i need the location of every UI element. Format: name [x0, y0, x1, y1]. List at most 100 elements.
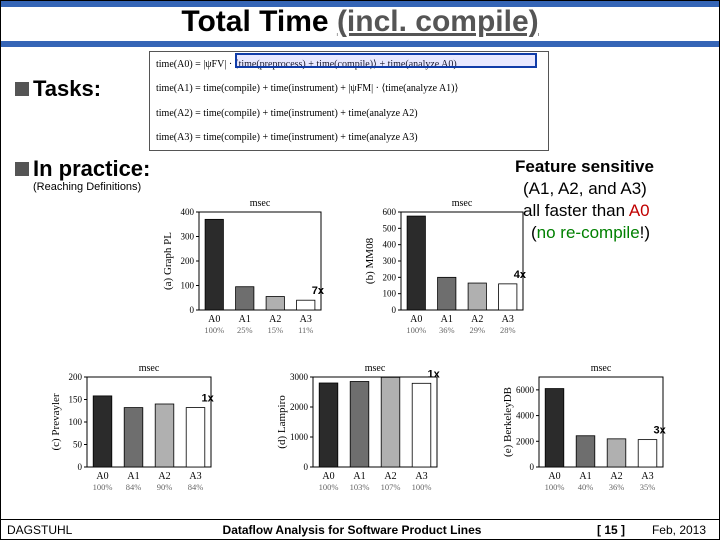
- svg-text:1x: 1x: [202, 393, 215, 405]
- svg-text:50: 50: [73, 440, 83, 450]
- highlight-rect: [235, 53, 537, 68]
- svg-text:0: 0: [392, 305, 397, 315]
- svg-text:0: 0: [304, 462, 309, 472]
- svg-text:A3: A3: [300, 314, 312, 325]
- page-title: Total Time (incl. compile): [1, 5, 719, 39]
- svg-text:A1: A1: [579, 471, 591, 482]
- svg-text:A2: A2: [384, 471, 396, 482]
- formula-a2: time(A2) = time(compile) + time(instrume…: [150, 101, 548, 126]
- footer: DAGSTUHL Dataflow Analysis for Software …: [1, 519, 719, 539]
- footer-page: [ 15 ]: [583, 523, 639, 537]
- svg-text:(c) Prevayler: (c) Prevayler: [50, 393, 62, 450]
- svg-text:25%: 25%: [237, 325, 253, 335]
- svg-text:msec: msec: [452, 198, 473, 209]
- bullet-icon: [15, 82, 29, 96]
- bullet-practice: In practice:: [15, 156, 150, 182]
- svg-text:100%: 100%: [406, 325, 426, 335]
- svg-text:1x: 1x: [428, 368, 441, 380]
- bullet-practice-label: In practice:: [33, 156, 150, 182]
- svg-text:500: 500: [383, 223, 397, 233]
- svg-text:A3: A3: [415, 471, 427, 482]
- svg-text:100%: 100%: [545, 482, 565, 492]
- svg-text:600: 600: [383, 207, 397, 217]
- svg-text:150: 150: [69, 395, 83, 405]
- svg-text:A1: A1: [441, 314, 453, 325]
- svg-text:2000: 2000: [290, 402, 309, 412]
- svg-text:A2: A2: [158, 471, 170, 482]
- svg-text:(d) Lampiro: (d) Lampiro: [276, 395, 288, 449]
- svg-text:A3: A3: [189, 471, 201, 482]
- title-main: Total Time: [181, 5, 328, 38]
- svg-text:100%: 100%: [93, 482, 113, 492]
- svg-text:100: 100: [69, 417, 83, 427]
- svg-text:29%: 29%: [469, 325, 485, 335]
- svg-text:300: 300: [383, 256, 397, 266]
- footer-left: DAGSTUHL: [1, 523, 121, 537]
- svg-text:0: 0: [530, 462, 535, 472]
- formula-a3: time(A3) = time(compile) + time(instrume…: [150, 126, 548, 151]
- svg-text:0: 0: [190, 305, 195, 315]
- svg-text:200: 200: [69, 372, 83, 382]
- svg-text:400: 400: [181, 207, 195, 217]
- title-paren: (incl. compile): [337, 5, 539, 38]
- svg-text:103%: 103%: [350, 482, 370, 492]
- svg-text:300: 300: [181, 232, 195, 242]
- svg-text:84%: 84%: [188, 482, 204, 492]
- svg-text:36%: 36%: [609, 482, 625, 492]
- bullet-sub: (Reaching Definitions): [33, 181, 141, 193]
- svg-text:2000: 2000: [516, 436, 535, 446]
- svg-text:A0: A0: [322, 471, 334, 482]
- svg-text:11%: 11%: [298, 325, 313, 335]
- svg-text:36%: 36%: [439, 325, 455, 335]
- feature-note: Feature sensitive (A1, A2, and A3) all f…: [515, 156, 715, 244]
- footer-center: Dataflow Analysis for Software Product L…: [121, 523, 583, 537]
- svg-text:0: 0: [78, 462, 83, 472]
- svg-text:100: 100: [383, 289, 397, 299]
- svg-text:(a) Graph PL: (a) Graph PL: [162, 232, 174, 290]
- svg-text:A2: A2: [610, 471, 622, 482]
- svg-text:msec: msec: [139, 363, 160, 374]
- svg-text:200: 200: [181, 256, 195, 266]
- svg-text:A3: A3: [641, 471, 653, 482]
- bullet-tasks-label: Tasks:: [33, 76, 101, 102]
- svg-text:A3: A3: [502, 314, 514, 325]
- svg-text:(b) MM08: (b) MM08: [364, 237, 376, 284]
- svg-text:A0: A0: [410, 314, 422, 325]
- svg-text:A0: A0: [548, 471, 560, 482]
- svg-text:(e) BerkeleyDB: (e) BerkeleyDB: [502, 387, 514, 457]
- svg-text:15%: 15%: [267, 325, 283, 335]
- svg-text:msec: msec: [591, 363, 612, 374]
- svg-text:200: 200: [383, 272, 397, 282]
- svg-text:A1: A1: [239, 314, 251, 325]
- svg-text:7x: 7x: [312, 285, 325, 297]
- svg-text:A0: A0: [96, 471, 108, 482]
- bullet-icon: [15, 162, 29, 176]
- svg-text:3x: 3x: [654, 425, 667, 437]
- svg-text:84%: 84%: [126, 482, 142, 492]
- svg-text:28%: 28%: [500, 325, 516, 335]
- svg-text:A2: A2: [471, 314, 483, 325]
- formula-a1: time(A1) = time(compile) + time(instrume…: [150, 77, 548, 102]
- svg-text:40%: 40%: [578, 482, 594, 492]
- svg-text:A1: A1: [127, 471, 139, 482]
- svg-text:4000: 4000: [516, 411, 535, 421]
- svg-text:100: 100: [181, 281, 195, 291]
- svg-text:msec: msec: [250, 198, 271, 209]
- footer-date: Feb, 2013: [639, 523, 719, 537]
- svg-text:msec: msec: [365, 363, 386, 374]
- svg-text:400: 400: [383, 240, 397, 250]
- svg-text:6000: 6000: [516, 385, 535, 395]
- svg-text:1000: 1000: [290, 432, 309, 442]
- svg-text:100%: 100%: [204, 325, 224, 335]
- svg-text:A2: A2: [269, 314, 281, 325]
- bullet-tasks: Tasks:: [15, 76, 101, 102]
- svg-text:4x: 4x: [514, 269, 527, 281]
- svg-text:90%: 90%: [157, 482, 173, 492]
- svg-text:A1: A1: [353, 471, 365, 482]
- svg-text:A0: A0: [208, 314, 220, 325]
- svg-text:100%: 100%: [412, 482, 432, 492]
- svg-text:35%: 35%: [640, 482, 656, 492]
- svg-text:100%: 100%: [319, 482, 339, 492]
- svg-text:107%: 107%: [381, 482, 401, 492]
- svg-text:3000: 3000: [290, 372, 309, 382]
